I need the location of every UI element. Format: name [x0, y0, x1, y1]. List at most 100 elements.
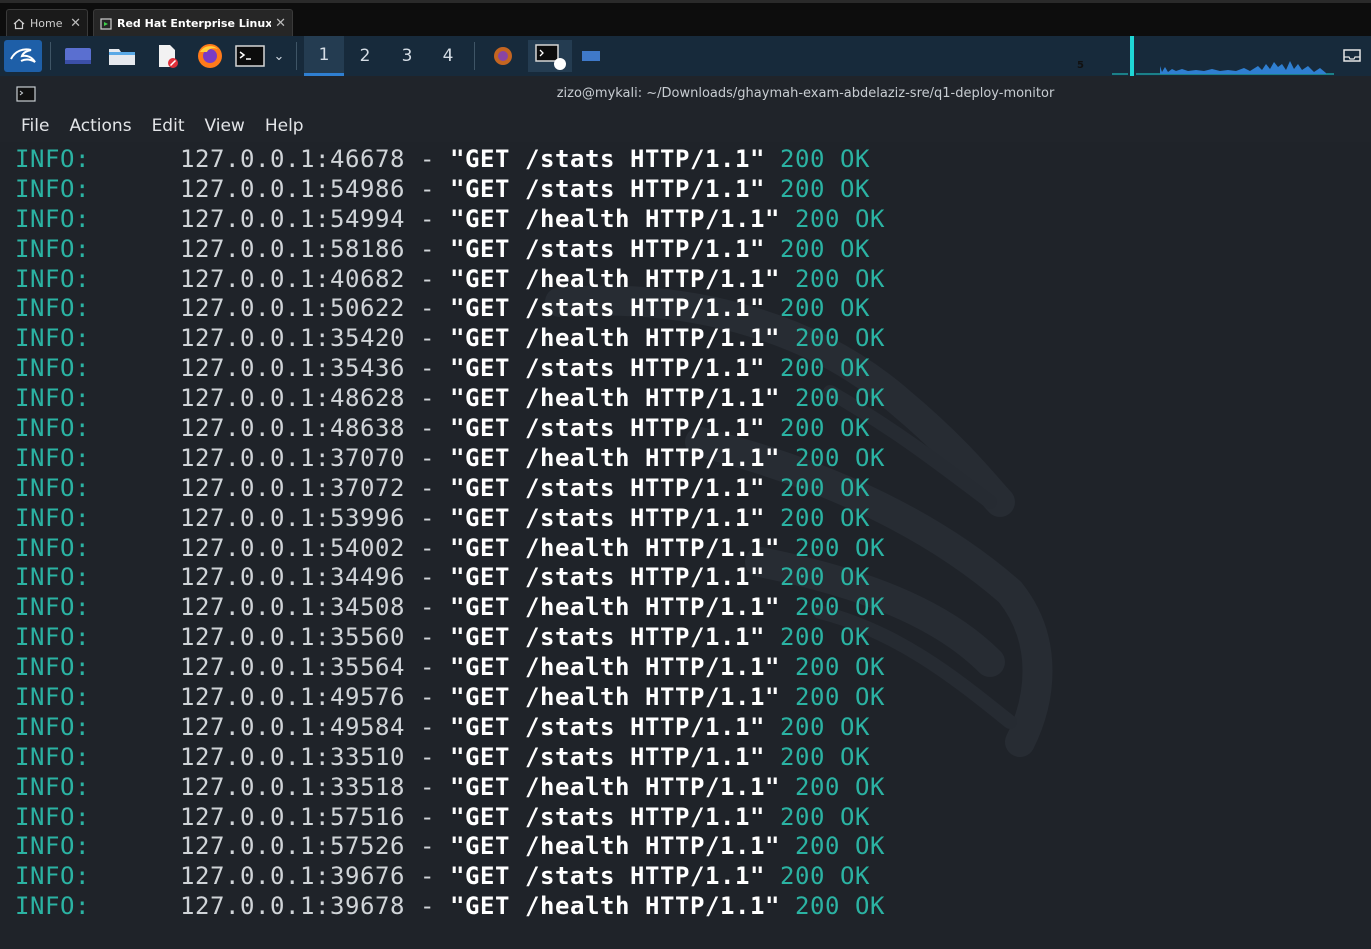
client-address: 127.0.0.1:35420	[180, 324, 405, 353]
text-editor-button[interactable]	[150, 40, 184, 72]
client-address: 127.0.0.1:35564	[180, 653, 405, 682]
log-level: INFO:	[15, 384, 90, 413]
separator-dash: -	[405, 204, 450, 233]
window-icon	[582, 51, 600, 61]
http-request: "GET /stats HTTP/1.1"	[450, 145, 765, 173]
log-level: INFO:	[15, 204, 90, 233]
log-line: INFO: 127.0.0.1:35420 - "GET /health HTT…	[15, 324, 885, 354]
http-request: "GET /stats HTTP/1.1"	[450, 563, 765, 592]
client-address: 127.0.0.1:54994	[180, 204, 405, 233]
log-line: INFO: 127.0.0.1:53996 - "GET /stats HTTP…	[15, 504, 885, 534]
client-address: 127.0.0.1:34508	[180, 593, 405, 622]
log-line: INFO: 127.0.0.1:37072 - "GET /stats HTTP…	[15, 474, 885, 504]
window-titlebar: zizo@mykali: ~/Downloads/ghaymah-exam-ab…	[0, 76, 1371, 110]
log-level: INFO:	[15, 174, 90, 203]
window-button[interactable]	[578, 40, 604, 72]
close-icon[interactable]: ✕	[70, 16, 81, 31]
http-status: 200 OK	[779, 862, 870, 891]
kali-dragon-icon	[10, 48, 36, 63]
terminal-launcher-button[interactable]	[234, 40, 266, 72]
log-line: INFO: 127.0.0.1:49584 - "GET /stats HTTP…	[15, 713, 885, 743]
separator-dash: -	[405, 772, 450, 801]
log-level: INFO:	[15, 892, 90, 921]
log-line: INFO: 127.0.0.1:54986 - "GET /stats HTTP…	[15, 175, 885, 205]
log-line: INFO: 127.0.0.1:39676 - "GET /stats HTTP…	[15, 862, 885, 892]
client-address: 127.0.0.1:35436	[180, 354, 405, 383]
separator-dash: -	[405, 802, 450, 831]
kali-panel: ⌄ 1 2 3 4 5	[0, 36, 1371, 76]
log-level: INFO:	[15, 653, 90, 682]
separator-dash: -	[405, 324, 450, 353]
http-request: "GET /health HTTP/1.1"	[450, 683, 780, 712]
client-address: 127.0.0.1:33518	[180, 772, 405, 801]
vm-tab-label: Home	[30, 17, 63, 30]
log-level: INFO:	[15, 414, 90, 443]
separator-dash: -	[405, 234, 450, 263]
http-request: "GET /stats HTTP/1.1"	[450, 802, 765, 831]
menu-view[interactable]: View	[204, 116, 244, 136]
cpu-graph	[1112, 36, 1334, 76]
text-editor-icon	[159, 45, 178, 68]
http-request: "GET /health HTTP/1.1"	[450, 324, 780, 353]
workspace-4-button[interactable]: 4	[428, 36, 468, 76]
http-status: 200 OK	[794, 384, 885, 413]
separator-dash: -	[405, 473, 450, 502]
workspace-1-button[interactable]: 1	[304, 36, 344, 76]
http-status: 200 OK	[779, 414, 870, 443]
notification-button[interactable]	[1340, 40, 1364, 72]
log-line: INFO: 127.0.0.1:49576 - "GET /health HTT…	[15, 683, 885, 713]
home-icon	[13, 18, 25, 30]
menu-edit[interactable]: Edit	[152, 116, 185, 136]
separator-dash: -	[405, 593, 450, 622]
menu-help[interactable]: Help	[265, 116, 304, 136]
client-address: 127.0.0.1:57516	[180, 802, 405, 831]
separator-dash: -	[405, 503, 450, 532]
log-line: INFO: 127.0.0.1:35436 - "GET /stats HTTP…	[15, 354, 885, 384]
workspace-2-button[interactable]: 2	[345, 36, 385, 76]
log-lines: INFO: 127.0.0.1:46678 - "GET /stats HTTP…	[15, 145, 885, 922]
http-request: "GET /stats HTTP/1.1"	[450, 473, 765, 502]
client-address: 127.0.0.1:37072	[180, 473, 405, 502]
vm-tab-rhel[interactable]: Red Hat Enterprise Linux ... ✕	[93, 9, 293, 37]
notification-icon	[1343, 49, 1361, 62]
client-address: 127.0.0.1:53996	[180, 503, 405, 532]
firefox-window-button[interactable]	[486, 40, 520, 72]
log-line: INFO: 127.0.0.1:48638 - "GET /stats HTTP…	[15, 414, 885, 444]
menu-file[interactable]: File	[21, 116, 49, 136]
http-request: "GET /health HTTP/1.1"	[450, 892, 780, 921]
file-manager-button[interactable]	[104, 40, 140, 72]
http-status: 200 OK	[779, 473, 870, 502]
workspace-3-button[interactable]: 3	[387, 36, 427, 76]
close-icon[interactable]: ✕	[275, 16, 286, 31]
desktop-icon	[65, 48, 91, 64]
terminal-window-button[interactable]: 5	[528, 40, 1084, 72]
http-status: 200 OK	[794, 772, 885, 801]
log-level: INFO:	[15, 473, 90, 502]
log-level: INFO:	[15, 533, 90, 562]
http-request: "GET /stats HTTP/1.1"	[450, 623, 765, 652]
folder-icon	[109, 49, 135, 65]
client-address: 127.0.0.1:50622	[180, 294, 405, 323]
separator-dash: -	[405, 653, 450, 682]
log-level: INFO:	[15, 862, 90, 891]
show-desktop-button[interactable]	[60, 40, 96, 72]
chevron-down-icon[interactable]: ⌄	[270, 40, 288, 72]
firefox-button[interactable]	[192, 40, 228, 72]
separator-dash: -	[405, 145, 450, 173]
log-line: INFO: 127.0.0.1:34508 - "GET /health HTT…	[15, 593, 885, 623]
http-request: "GET /health HTTP/1.1"	[450, 443, 780, 472]
log-level: INFO:	[15, 742, 90, 771]
separator-dash: -	[405, 354, 450, 383]
client-address: 127.0.0.1:39676	[180, 862, 405, 891]
http-request: "GET /stats HTTP/1.1"	[450, 862, 765, 891]
terminal-output[interactable]: INFO: 127.0.0.1:46678 - "GET /stats HTTP…	[0, 142, 1371, 949]
menu-bar: File Actions Edit View Help	[0, 110, 1371, 142]
firefox-icon	[494, 47, 512, 65]
kali-menu-button[interactable]	[4, 40, 42, 72]
separator-dash: -	[405, 563, 450, 592]
http-request: "GET /health HTTP/1.1"	[450, 593, 780, 622]
http-status: 200 OK	[779, 563, 870, 592]
client-address: 127.0.0.1:34496	[180, 563, 405, 592]
menu-actions[interactable]: Actions	[69, 116, 131, 136]
vm-tab-home[interactable]: Home ✕	[6, 9, 88, 37]
